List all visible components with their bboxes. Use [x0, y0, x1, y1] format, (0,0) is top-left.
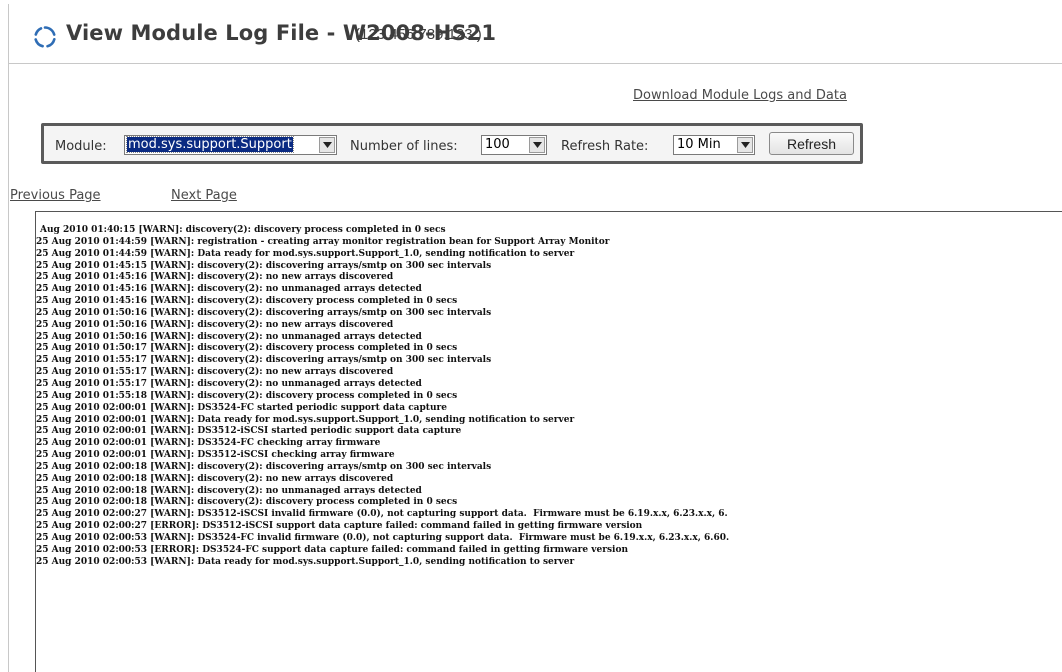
title-bar: View Module Log File - W2008-HS21 (123.4…: [8, 4, 1062, 64]
log-line: 25 Aug 2010 01:50:16 [WARN]: discovery(2…: [36, 319, 394, 330]
log-line: 25 Aug 2010 02:00:27 [WARN]: DS3512-iSCS…: [36, 509, 728, 520]
log-line: 25 Aug 2010 02:00:18 [WARN]: discovery(2…: [36, 485, 422, 496]
log-output[interactable]: Aug 2010 01:40:15 [WARN]: discovery(2): …: [35, 211, 1062, 672]
log-line: 25 Aug 2010 02:00:01 [WARN]: DS3524-FC c…: [36, 438, 381, 449]
chevron-down-icon[interactable]: [319, 137, 335, 153]
chevron-down-icon[interactable]: [737, 137, 753, 153]
download-logs-link[interactable]: Download Module Logs and Data: [633, 88, 847, 103]
log-line: Aug 2010 01:40:15 [WARN]: discovery(2): …: [40, 225, 446, 235]
log-line: 25 Aug 2010 02:00:18 [WARN]: discovery(2…: [36, 497, 458, 508]
log-line: 25 Aug 2010 02:00:18 [WARN]: discovery(2…: [36, 461, 492, 472]
log-line: 25 Aug 2010 02:00:53 [WARN]: Data ready …: [36, 556, 575, 567]
chevron-down-icon[interactable]: [529, 137, 545, 153]
log-line: 25 Aug 2010 02:00:53 [ERROR]: DS3524-FC …: [36, 544, 628, 555]
log-line: 25 Aug 2010 01:45:16 [WARN]: discovery(2…: [36, 284, 422, 295]
refresh-rate-label: Refresh Rate:: [561, 139, 649, 154]
log-line: 25 Aug 2010 01:44:59 [WARN]: registratio…: [36, 236, 610, 247]
log-line: 25 Aug 2010 01:55:17 [WARN]: discovery(2…: [36, 367, 394, 378]
refresh-circle-icon: [33, 25, 57, 49]
lines-label: Number of lines:: [350, 139, 458, 154]
log-line: 25 Aug 2010 02:00:18 [WARN]: discovery(2…: [36, 473, 394, 484]
log-line: 25 Aug 2010 01:50:16 [WARN]: discovery(2…: [36, 331, 422, 342]
log-line: 25 Aug 2010 01:50:16 [WARN]: discovery(2…: [36, 307, 492, 318]
next-page-link[interactable]: Next Page: [171, 188, 237, 203]
refresh-rate-select[interactable]: 10 Min: [673, 135, 755, 155]
lines-select-value: 100: [485, 137, 510, 152]
log-line: 25 Aug 2010 01:55:17 [WARN]: discovery(2…: [36, 355, 492, 366]
lines-select[interactable]: 100: [481, 135, 547, 155]
log-line: 25 Aug 2010 01:45:16 [WARN]: discovery(2…: [36, 272, 394, 283]
server-ip: (123.456.789.123 ): [355, 26, 482, 43]
log-line: 25 Aug 2010 02:00:53 [WARN]: DS3524-FC i…: [36, 532, 730, 543]
refresh-button[interactable]: Refresh: [769, 132, 854, 155]
log-controls: Module: mod.sys.support.Support Number o…: [41, 123, 863, 164]
module-select[interactable]: mod.sys.support.Support: [124, 135, 337, 155]
log-line: 25 Aug 2010 01:45:15 [WARN]: discovery(2…: [36, 260, 492, 271]
log-lines: Aug 2010 01:40:15 [WARN]: discovery(2): …: [36, 225, 729, 568]
refresh-rate-select-value: 10 Min: [677, 137, 721, 152]
log-line: 25 Aug 2010 02:00:01 [WARN]: DS3512-iSCS…: [36, 426, 462, 437]
log-line: 25 Aug 2010 01:45:16 [WARN]: discovery(2…: [36, 296, 458, 307]
log-line: 25 Aug 2010 01:55:18 [WARN]: discovery(2…: [36, 390, 458, 401]
log-line: 25 Aug 2010 01:50:17 [WARN]: discovery(2…: [36, 343, 458, 354]
previous-page-link[interactable]: Previous Page: [10, 188, 101, 203]
log-line: 25 Aug 2010 01:44:59 [WARN]: Data ready …: [36, 248, 575, 259]
log-line: 25 Aug 2010 02:00:01 [WARN]: DS3524-FC s…: [36, 402, 447, 413]
content-panel: Download Module Logs and Data Module: mo…: [8, 64, 1062, 672]
log-line: 25 Aug 2010 02:00:27 [ERROR]: DS3512-iSC…: [36, 521, 643, 532]
log-line: 25 Aug 2010 02:00:01 [WARN]: DS3512-iSCS…: [36, 450, 395, 461]
module-select-value: mod.sys.support.Support: [126, 136, 294, 153]
log-line: 25 Aug 2010 01:55:17 [WARN]: discovery(2…: [36, 378, 422, 389]
log-line: 25 Aug 2010 02:00:01 [WARN]: Data ready …: [36, 414, 575, 425]
module-label: Module:: [55, 139, 107, 154]
log-viewer-page: View Module Log File - W2008-HS21 (123.4…: [0, 0, 1062, 672]
